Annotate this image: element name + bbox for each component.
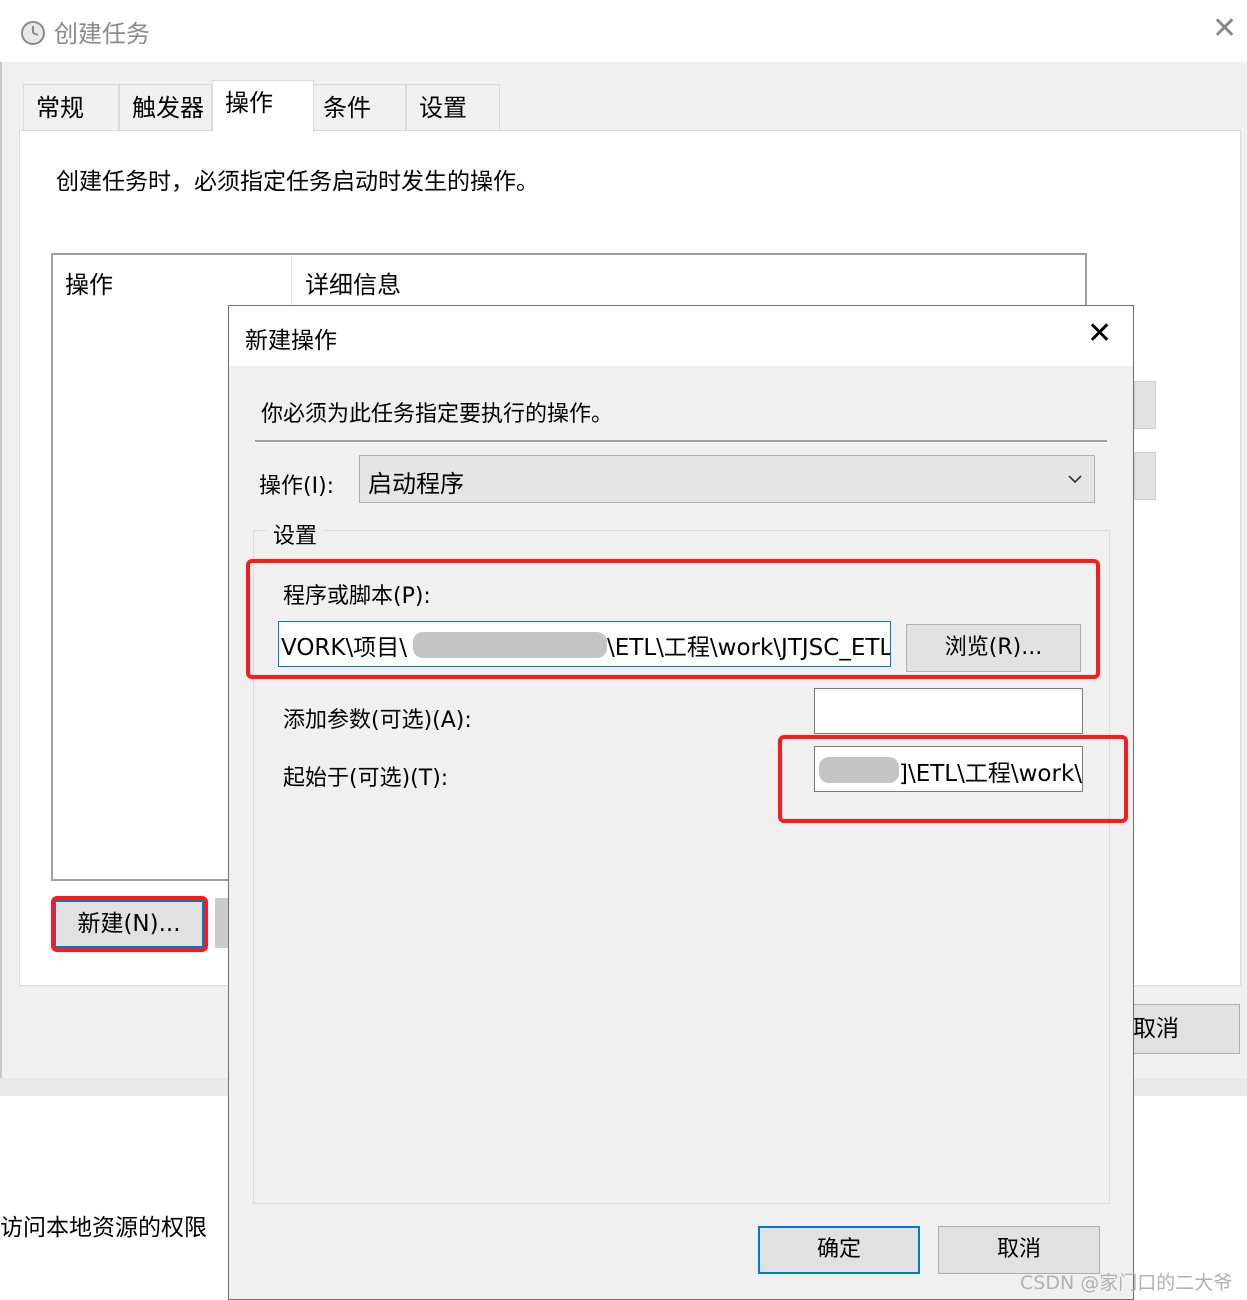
dialog-title: 新建操作 [245, 328, 337, 354]
ok-button[interactable]: 确定 [758, 1226, 920, 1274]
cancel-button[interactable]: 取消 [938, 1226, 1100, 1274]
column-header-details[interactable]: 详细信息 [305, 265, 401, 300]
actions-description: 创建任务时，必须指定任务启动时发生的操作。 [56, 169, 539, 195]
settings-group-legend: 设置 [267, 518, 324, 550]
action-type-value: 启动程序 [368, 470, 464, 498]
chevron-down-icon [1068, 475, 1082, 484]
action-type-select[interactable]: 启动程序 [359, 455, 1095, 503]
column-divider [291, 255, 292, 305]
tab-triggers[interactable]: 触发器 [119, 84, 212, 130]
task-scheduler-clock-icon [21, 21, 45, 45]
move-down-button[interactable] [1134, 452, 1156, 500]
outer-window-title: 创建任务 [54, 20, 150, 48]
move-up-button[interactable] [1134, 381, 1156, 429]
outer-window-frame [0, 62, 2, 1078]
tab-actions[interactable]: 操作 [212, 80, 314, 132]
highlight-new-button [51, 896, 208, 952]
highlight-start-in-field [778, 735, 1128, 823]
outer-cancel-button[interactable]: 取消 [1128, 1004, 1240, 1054]
dialog-titlebar: 新建操作 ✕ [229, 306, 1133, 366]
highlight-program-field [246, 559, 1100, 679]
start-in-label: 起始于(可选)(T): [283, 766, 449, 791]
arguments-label: 添加参数(可选)(A): [283, 708, 472, 733]
tab-general[interactable]: 常规 [23, 84, 119, 130]
outer-window-titlebar: 创建任务 ✕ [0, 0, 1247, 62]
dialog-separator [255, 440, 1107, 443]
action-type-label: 操作(I): [259, 474, 335, 499]
watermark: CSDN @家门口的二大爷 [1020, 1272, 1233, 1294]
tab-conditions[interactable]: 条件 [310, 84, 406, 130]
arguments-input[interactable] [814, 688, 1083, 734]
background-text: 访问本地资源的权限 [0, 1215, 207, 1241]
column-header-action[interactable]: 操作 [65, 265, 113, 300]
outer-close-icon[interactable]: ✕ [1212, 12, 1237, 46]
tab-settings[interactable]: 设置 [406, 84, 500, 130]
dialog-description: 你必须为此任务指定要执行的操作。 [261, 402, 614, 427]
dialog-close-icon[interactable]: ✕ [1087, 316, 1112, 352]
